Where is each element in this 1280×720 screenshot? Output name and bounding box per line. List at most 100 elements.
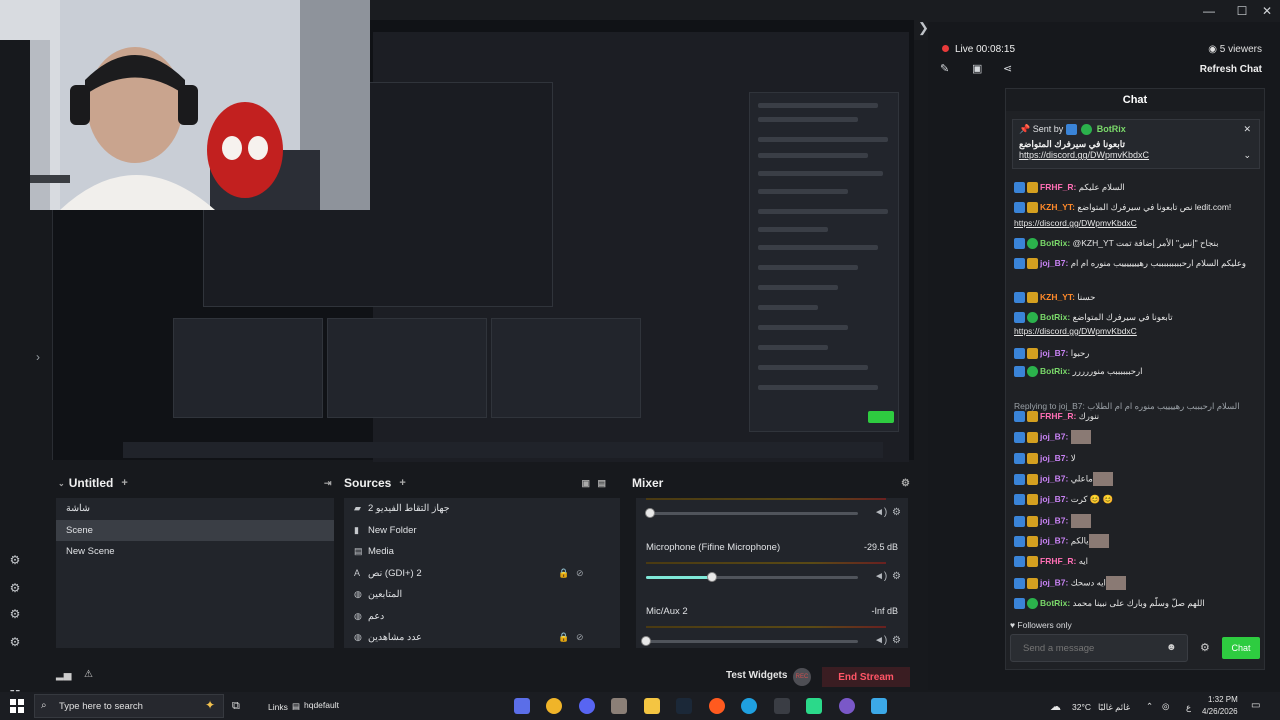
record-button[interactable]: REC — [793, 668, 811, 686]
emoji-icon[interactable]: ☻ — [1166, 642, 1177, 653]
app-icon[interactable] — [871, 698, 887, 714]
pinned-link[interactable]: https://discord.gg/DWpmvKbdxC — [1019, 150, 1253, 160]
chat-username[interactable]: joj_B7: — [1040, 473, 1068, 483]
app-icon[interactable] — [546, 698, 562, 714]
visibility-icon[interactable]: ⊘ — [576, 627, 584, 649]
chat-username[interactable]: joj_B7: — [1040, 577, 1068, 587]
windows-start-icon[interactable] — [10, 699, 24, 713]
add-folder-icon[interactable]: ▣ — [581, 478, 590, 489]
channel-settings-icon[interactable]: ⚙ — [892, 571, 901, 582]
app-icon[interactable] — [611, 698, 627, 714]
studio-mode-icon[interactable]: ⚙ — [7, 552, 23, 568]
chevron-down-icon[interactable]: ⌄ — [58, 479, 65, 488]
chat-username[interactable]: joj_B7: — [1040, 494, 1068, 504]
clock-time[interactable]: 1:32 PM — [1208, 695, 1238, 704]
source-item[interactable]: ◍ المتابعين — [344, 584, 620, 606]
collapse-icon[interactable]: ⇥ — [324, 478, 332, 489]
chat-send-button[interactable]: Chat — [1222, 637, 1260, 659]
task-view-icon[interactable]: ⧉ — [232, 700, 240, 713]
hqdefault-link[interactable]: hqdefault — [304, 700, 339, 710]
chat-username[interactable]: joj_B7: — [1040, 535, 1068, 545]
chat-username[interactable]: joj_B7: — [1040, 348, 1068, 358]
chat-username[interactable]: KZH_YT: — [1040, 202, 1075, 212]
streamlabs-icon[interactable] — [806, 698, 822, 714]
language-indicator[interactable]: ع — [1186, 702, 1191, 713]
test-widgets-button[interactable]: Test Widgets — [726, 670, 787, 681]
chat-username[interactable]: BotRix: — [1040, 598, 1070, 608]
app-icon[interactable] — [774, 698, 790, 714]
unpin-icon[interactable]: ✕ — [1243, 124, 1251, 135]
layout-icon[interactable]: ⚙ — [7, 580, 23, 596]
notifications-icon[interactable]: ▭ — [1251, 700, 1260, 711]
chevron-up-icon[interactable]: ⌃ — [1146, 701, 1153, 712]
add-scene-button[interactable]: + — [121, 477, 127, 489]
close-button[interactable]: ✕ — [1256, 2, 1278, 20]
source-item[interactable]: ▮ New Folder — [344, 520, 620, 542]
steam-icon[interactable] — [676, 698, 692, 714]
volume-knob[interactable] — [641, 636, 651, 646]
chevron-down-icon[interactable]: ⌄ — [1243, 150, 1251, 161]
lock-icon[interactable]: 🔒 — [558, 627, 569, 649]
source-item[interactable]: ▤ Media — [344, 541, 620, 563]
clock-date[interactable]: 4/26/2026 — [1202, 707, 1238, 716]
themes-icon[interactable]: ⚙ — [7, 606, 23, 622]
speaker-icon[interactable]: ◄) — [874, 507, 887, 518]
scene-collection-title[interactable]: Untitled — [69, 476, 114, 490]
channel-settings-icon[interactable]: ⚙ — [892, 507, 901, 518]
refresh-chat-button[interactable]: Refresh Chat — [1200, 64, 1262, 75]
scene-item[interactable]: New Scene — [56, 541, 334, 563]
edit-icon[interactable]: ✎ — [940, 62, 949, 75]
scene-item[interactable]: شاشة — [56, 498, 334, 520]
chat-username[interactable]: joj_B7: — [1040, 453, 1068, 463]
channel-settings-icon[interactable]: ⚙ — [892, 635, 901, 646]
scene-item[interactable]: Scene — [56, 519, 334, 541]
chat-message-input[interactable] — [1010, 634, 1188, 662]
speaker-icon[interactable]: ◄) — [874, 635, 887, 646]
chat-username[interactable]: joj_B7: — [1040, 431, 1068, 441]
source-item[interactable]: ▰ جهاز التقاط الفيديو 2 — [344, 498, 620, 520]
chat-username[interactable]: FRHF_R: — [1040, 182, 1076, 192]
links-toolbar[interactable]: Links — [268, 702, 288, 712]
source-item[interactable]: A نص (GDI+) 2 🔒 ⊘ — [344, 563, 620, 585]
volume-knob[interactable] — [645, 508, 656, 518]
app-icon[interactable] — [839, 698, 855, 714]
maximize-button[interactable]: ☐ — [1231, 2, 1253, 20]
chat-username[interactable]: joj_B7: — [1040, 515, 1068, 525]
chevron-right-icon[interactable]: › — [36, 350, 40, 364]
minimize-button[interactable]: — — [1198, 2, 1220, 20]
source-item[interactable]: ◍ عدد مشاهدين 🔒 ⊘ — [344, 627, 620, 649]
volume-knob[interactable] — [706, 572, 717, 582]
discord-icon[interactable] — [579, 698, 595, 714]
weather-temp[interactable]: 32°C — [1072, 702, 1091, 712]
popout-icon[interactable]: ▣ — [972, 62, 982, 75]
chat-username[interactable]: FRHF_R: — [1040, 556, 1076, 566]
lock-icon[interactable]: 🔒 — [558, 563, 569, 585]
chat-username[interactable]: FRHF_R: — [1040, 411, 1076, 421]
chat-username[interactable]: BotRix: — [1040, 238, 1070, 248]
add-source-button[interactable]: + — [399, 477, 405, 489]
volume-slider[interactable] — [646, 572, 858, 582]
volume-slider[interactable] — [645, 508, 858, 518]
settings-icon[interactable]: ⚙ — [7, 634, 23, 650]
alerts-icon[interactable]: ⚠ — [84, 669, 93, 680]
browser-icon[interactable] — [709, 698, 725, 714]
taskbar-search[interactable]: ⌕ Type here to search ✦ — [34, 694, 224, 718]
share-icon[interactable]: ⋖ — [1003, 62, 1012, 75]
network-icon[interactable]: ◎ — [1162, 701, 1169, 712]
source-item[interactable]: ◍ دعم — [344, 606, 620, 628]
app-icon[interactable] — [514, 698, 530, 714]
weather-condition[interactable]: غائم غالبًا — [1098, 702, 1130, 713]
group-icon[interactable]: ▤ — [597, 478, 606, 489]
chat-username[interactable]: BotRix: — [1040, 312, 1070, 322]
chat-username[interactable]: BotRix: — [1040, 366, 1070, 376]
chat-username[interactable]: joj_B7: — [1040, 258, 1068, 268]
visibility-icon[interactable]: ⊘ — [576, 563, 584, 585]
chat-username[interactable]: KZH_YT: — [1040, 292, 1075, 302]
end-stream-button[interactable]: End Stream — [822, 667, 910, 687]
volume-slider[interactable] — [641, 636, 858, 646]
performance-icon[interactable]: ▂▅ — [56, 670, 71, 681]
chat-settings-icon[interactable]: ⚙ — [1200, 641, 1210, 654]
mixer-settings-icon[interactable]: ⚙ — [901, 478, 910, 489]
speaker-icon[interactable]: ◄) — [874, 571, 887, 582]
file-explorer-icon[interactable] — [644, 698, 660, 714]
